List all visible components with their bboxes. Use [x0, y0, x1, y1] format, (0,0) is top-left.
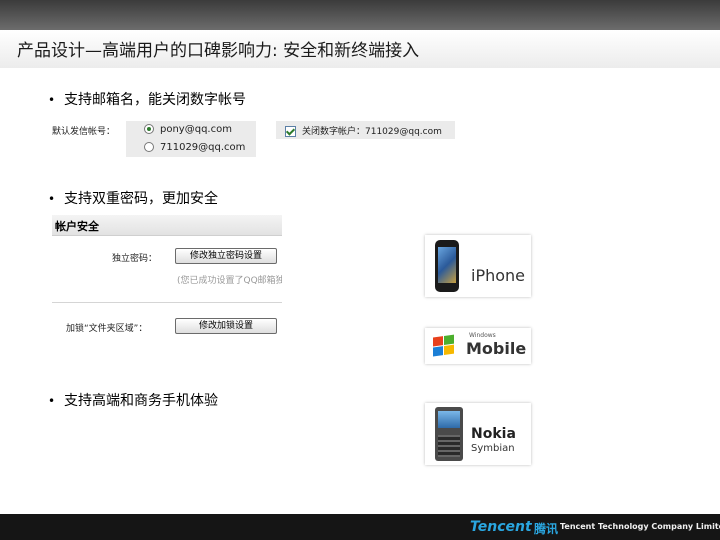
default-account-label: 默认发信帐号：: [52, 127, 116, 137]
tencent-brand-cn: 腾讯: [534, 522, 559, 536]
bullet-3-text: 支持高端和商务手机体验: [64, 393, 218, 409]
radio-option-pony[interactable]: pony@qq.com: [144, 124, 232, 135]
lock-folder-label: 加锁“文件夹区域”：: [66, 324, 148, 334]
disable-numeric-label: 关闭数字帐户：711029@qq.com: [302, 127, 442, 137]
bullet-dot: •: [48, 192, 56, 206]
radio-unselected-icon[interactable]: [144, 142, 154, 152]
modify-independent-password-button[interactable]: 修改独立密码设置: [175, 248, 277, 264]
modify-lock-button[interactable]: 修改加锁设置: [175, 318, 277, 334]
account-security-panel: 帐户安全 独立密码： 修改独立密码设置 (您已成功设置了QQ邮箱独 加锁“文件夹…: [52, 215, 282, 340]
windows-small-label: Windows: [469, 332, 496, 339]
account-options-panel: pony@qq.com 711029@qq.com: [126, 121, 256, 157]
radio-selected-icon[interactable]: [144, 124, 154, 134]
nokia-label: Nokia: [471, 426, 516, 442]
password-hint: (您已成功设置了QQ邮箱独: [177, 276, 282, 286]
windows-mobile-logo: Windows Mobile: [425, 328, 531, 364]
bullet-dot: •: [48, 394, 56, 408]
bullet-dot: •: [48, 93, 56, 107]
independent-password-label: 独立密码：: [112, 254, 158, 264]
tencent-brand: Tencent: [470, 519, 532, 535]
bullet-3: • 支持高端和商务手机体验: [48, 390, 218, 410]
bullet-2: • 支持双重密码，更加安全: [48, 188, 218, 208]
bullet-1: • 支持邮箱名，能关闭数字帐号: [48, 89, 246, 109]
company-name: Tencent Technology Company Limited: [560, 522, 720, 531]
nokia-logo: Nokia Symbian: [425, 403, 531, 465]
radio-option-label: pony@qq.com: [160, 124, 232, 135]
disable-numeric-checkbox[interactable]: 关闭数字帐户：711029@qq.com: [285, 124, 442, 137]
checkbox-checked-icon[interactable]: [285, 126, 296, 137]
bullet-1-text: 支持邮箱名，能关闭数字帐号: [64, 92, 246, 108]
bullet-2-text: 支持双重密码，更加安全: [64, 191, 218, 207]
security-header: 帐户安全: [52, 215, 282, 236]
iphone-logo: iPhone: [425, 235, 531, 297]
iphone-label: iPhone: [471, 266, 526, 285]
symbian-label: Symbian: [471, 443, 515, 454]
slide-title: 产品设计—高端用户的口碑影响力: 安全和新终端接入: [17, 41, 420, 61]
security-heading: 帐户安全: [55, 220, 99, 233]
top-bar: [0, 0, 720, 30]
footer-bar: Tencent 腾讯 Tencent Technology Company Li…: [0, 514, 720, 540]
divider: [52, 302, 282, 303]
nokia-device-icon: [435, 407, 463, 461]
disable-numeric-panel: 关闭数字帐户：711029@qq.com: [276, 121, 455, 139]
iphone-device-icon: [435, 240, 459, 292]
radio-option-label: 711029@qq.com: [160, 142, 246, 153]
windows-mobile-label: Mobile: [466, 339, 527, 358]
radio-option-numeric[interactable]: 711029@qq.com: [144, 142, 245, 153]
windows-flag-icon: [433, 334, 455, 357]
